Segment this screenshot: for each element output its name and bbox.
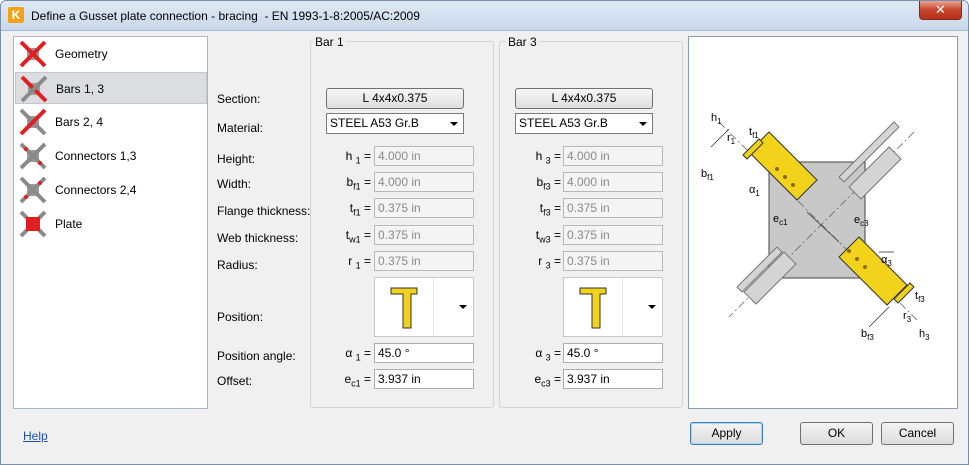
cross-brace-icon (19, 108, 47, 136)
bar-3-flange-thickness-field[interactable]: 0.375 in (563, 198, 663, 218)
bar-1-web-thickness-field[interactable]: 0.375 in (374, 225, 474, 245)
label-h1: h1 (711, 112, 722, 126)
bar-1-position-angle-field[interactable]: 45.0 ° (374, 343, 474, 363)
label-bf3: bf3 (861, 328, 874, 342)
offset-label: Offset: (217, 374, 253, 388)
web-thickness-label: Web thickness: (217, 231, 299, 245)
bar-3-material-value: STEEL A53 Gr.B (519, 116, 608, 130)
bar-3-position-select[interactable] (563, 277, 663, 337)
bar-1-flange-thickness-field[interactable]: 0.375 in (374, 198, 474, 218)
nav-item-plate[interactable]: Plate (15, 208, 207, 240)
chevron-down-icon (639, 122, 647, 126)
bar-1-tw-symbol: tw1 = (345, 228, 371, 245)
bar-1-offset-field[interactable]: 3.937 in (374, 369, 474, 389)
cross-brace-icon (19, 210, 47, 238)
angle-profile-icon (390, 287, 418, 329)
bar-3-web-thickness-field[interactable]: 0.375 in (563, 225, 663, 245)
bar-3-section-button[interactable]: L 4x4x0.375 (515, 88, 653, 109)
bar-3-height-field[interactable]: 4.000 in (563, 146, 663, 166)
bar-3-offset-field[interactable]: 3.937 in (563, 369, 663, 389)
window-title: Define a Gusset plate connection - braci… (31, 9, 420, 23)
width-label: Width: (217, 177, 252, 191)
close-button[interactable]: ✕ (919, 1, 962, 20)
connection-diagram: h1 r1 tf1 bf1 α1 ec1 ec3 α3 tf3 r3 bf3 h… (688, 36, 958, 409)
bar-1-section-button[interactable]: L 4x4x0.375 (326, 88, 464, 109)
nav-item-bars-2-4[interactable]: Bars 2, 4 (15, 106, 207, 138)
nav-item-label: Bars 1, 3 (56, 82, 105, 96)
app-icon: K (8, 7, 24, 23)
bar-1-title: Bar 1 (313, 35, 346, 49)
gusset-plate-drawing: h1 r1 tf1 bf1 α1 ec1 ec3 α3 tf3 r3 bf3 h… (701, 112, 930, 342)
bar-1-r-symbol: r 1 = (348, 254, 371, 271)
nav-item-label: Connectors 2,4 (55, 183, 137, 197)
nav-item-label: Connectors 1,3 (55, 149, 137, 163)
cross-brace-icon (20, 75, 48, 103)
bar-1-material-select[interactable]: STEEL A53 Gr.B (326, 113, 464, 134)
material-label: Material: (217, 121, 264, 135)
bar-1-tf-symbol: tf1 = (349, 201, 371, 218)
radius-label: Radius: (217, 258, 258, 272)
cross-brace-icon (19, 142, 47, 170)
height-label: Height: (217, 152, 256, 166)
ok-button[interactable]: OK (800, 422, 873, 445)
nav-item-geometry[interactable]: Geometry (15, 38, 207, 70)
cancel-button[interactable]: Cancel (881, 422, 954, 445)
flange-thickness-label: Flange thickness: (217, 204, 311, 218)
dialog-content: Geometry Bars 1, 3 Bars 2, 4 Connectors … (1, 32, 968, 464)
bar-3-alpha-symbol: α 3 = (535, 346, 561, 363)
section-label: Section: (217, 92, 261, 106)
bar-3-tf-symbol: tf3 = (539, 201, 561, 218)
label-alpha1: α1 (749, 184, 760, 198)
bar-1-height-field[interactable]: 4.000 in (374, 146, 474, 166)
bar-1-material-value: STEEL A53 Gr.B (330, 116, 419, 130)
apply-button[interactable]: Apply (690, 422, 763, 445)
nav-item-label: Geometry (55, 47, 108, 61)
nav-item-bars-1-3[interactable]: Bars 1, 3 (15, 72, 207, 104)
bar-3-title: Bar 3 (506, 35, 539, 49)
chevron-down-icon (459, 305, 467, 309)
nav-item-connectors-2-4[interactable]: Connectors 2,4 (15, 174, 207, 206)
chevron-down-icon (648, 305, 656, 309)
help-link[interactable]: Help (23, 429, 48, 443)
bar-3-ec-symbol: ec3 = (534, 372, 561, 389)
label-bf1: bf1 (701, 168, 714, 182)
label-h3: h3 (919, 328, 930, 342)
label-r3: r3 (903, 310, 912, 324)
bar-1-ec-symbol: ec1 = (344, 372, 371, 389)
nav-item-label: Bars 2, 4 (55, 115, 104, 129)
bar-3-tw-symbol: tw3 = (535, 228, 561, 245)
bar-1-width-field[interactable]: 4.000 in (374, 172, 474, 192)
bar-3-width-field[interactable]: 4.000 in (563, 172, 663, 192)
cross-brace-icon (19, 176, 47, 204)
nav-item-label: Plate (55, 217, 83, 231)
bar-1-width-symbol: bf1 = (346, 175, 371, 192)
position-angle-label: Position angle: (217, 349, 296, 363)
nav-item-connectors-1-3[interactable]: Connectors 1,3 (15, 140, 207, 172)
position-label: Position: (217, 310, 264, 324)
cross-brace-icon (19, 40, 47, 68)
category-list: Geometry Bars 1, 3 Bars 2, 4 Connectors … (13, 36, 208, 409)
gusset-plate-dialog: K Define a Gusset plate connection - bra… (0, 0, 969, 465)
bar-3-radius-field[interactable]: 0.375 in (563, 251, 663, 271)
bar-1-height-symbol: h 1 = (345, 149, 371, 166)
angle-profile-icon (579, 287, 607, 329)
label-tf3: tf3 (915, 290, 925, 304)
title-bar: K Define a Gusset plate connection - bra… (1, 1, 968, 31)
label-alpha3: α3 (881, 254, 892, 268)
bar-1-radius-field[interactable]: 0.375 in (374, 251, 474, 271)
label-tf1: tf1 (749, 126, 759, 140)
bar-3-r-symbol: r 3 = (538, 254, 561, 271)
bar-3-position-angle-field[interactable]: 45.0 ° (563, 343, 663, 363)
bar-3-material-select[interactable]: STEEL A53 Gr.B (515, 113, 653, 134)
bar-1-alpha-symbol: α 1 = (345, 346, 371, 363)
bar-3-width-symbol: bf3 = (536, 175, 561, 192)
bar-1-position-select[interactable] (374, 277, 474, 337)
bar-3-height-symbol: h 3 = (535, 149, 561, 166)
chevron-down-icon (450, 122, 458, 126)
